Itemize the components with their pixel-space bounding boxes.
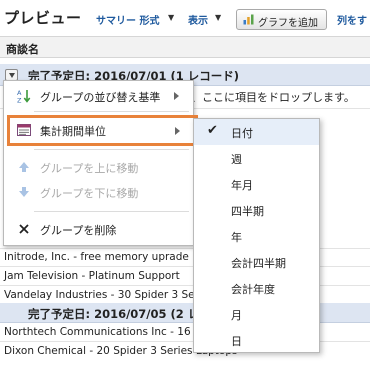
submenu-chevron-right-icon: [175, 127, 180, 135]
menu-item-label: グループを削除: [40, 224, 117, 237]
submenu-item-label: 年月: [231, 179, 253, 192]
close-x-icon: [19, 224, 29, 234]
submenu-item-label: 会計四半期: [231, 257, 286, 270]
menu-item-aggregate-period[interactable]: 集計期間単位: [7, 115, 198, 146]
menu-item-move-group-down[interactable]: グループを下に移動: [4, 181, 193, 203]
submenu-item-day[interactable]: 日: [194, 327, 319, 353]
aggregate-period-submenu: ✔ 日付 週 年月 四半期 年 会計四半期 会計年度 月 日: [193, 118, 320, 353]
submenu-item-quarter[interactable]: 四半期: [194, 197, 319, 223]
table-row[interactable]: Initrode, Inc. - free memory uprade: [4, 251, 189, 263]
submenu-item-year-month[interactable]: 年月: [194, 171, 319, 197]
submenu-item-month[interactable]: 月: [194, 301, 319, 327]
group-options-chevron-down-icon: [9, 73, 15, 78]
summary-format-link[interactable]: サマリー 形式: [96, 12, 159, 27]
table-row[interactable]: Vandelay Industries - 30 Spider 3 Series: [4, 289, 214, 301]
submenu-item-label: 年: [231, 231, 242, 244]
submenu-item-label: 月: [231, 309, 242, 322]
page-title: プレビュー: [4, 9, 82, 27]
add-chart-button[interactable]: グラフを追加: [236, 9, 327, 30]
menu-item-label: 集計期間単位: [40, 125, 106, 138]
group-context-menu: A Z グループの並び替え基準 集計期間単位 グループを上に移動 グループを下に…: [3, 80, 198, 246]
table-row[interactable]: Northtech Communications Inc - 16 AW: [4, 326, 211, 338]
sort-az-icon: A Z: [17, 89, 31, 103]
column-header-opportunity-name: 商談名: [6, 43, 39, 56]
submenu-item-year[interactable]: 年: [194, 223, 319, 249]
submenu-item-label: 日付: [231, 127, 253, 140]
menu-item-sort-groups[interactable]: A Z グループの並び替え基準: [4, 85, 193, 107]
menu-item-remove-group[interactable]: グループを削除: [4, 218, 193, 240]
bar-chart-icon: [243, 14, 254, 25]
submenu-item-label: 四半期: [231, 205, 264, 218]
submenu-item-week[interactable]: 週: [194, 145, 319, 171]
show-menu-link[interactable]: 表示: [188, 12, 208, 27]
column-move-link[interactable]: 列をす: [337, 12, 367, 27]
table-row[interactable]: Jam Television - Platinum Support: [4, 270, 180, 282]
report-toolbar: プレビュー サマリー 形式 ▼ 表示 ▼ グラフを追加 列をす: [0, 0, 370, 34]
calendar-grid-icon: [17, 124, 31, 136]
submenu-item-label: 週: [231, 153, 242, 166]
submenu-item-date[interactable]: ✔ 日付: [194, 119, 319, 145]
checkmark-icon: ✔: [207, 123, 218, 138]
submenu-item-fiscal-year[interactable]: 会計年度: [194, 275, 319, 301]
menu-item-label: グループを上に移動: [40, 162, 139, 175]
drop-zone-hint: は、ここに項目をドロップします。: [180, 91, 355, 104]
submenu-chevron-right-icon: [174, 92, 179, 100]
submenu-item-label: 日: [231, 335, 242, 348]
summary-format-chevron-down-icon[interactable]: ▼: [168, 13, 174, 22]
add-chart-label: グラフを追加: [258, 18, 318, 29]
menu-item-label: グループを下に移動: [40, 187, 139, 200]
show-menu-chevron-down-icon[interactable]: ▼: [215, 13, 221, 22]
menu-divider: [34, 211, 189, 212]
arrow-down-icon: [19, 187, 29, 197]
menu-item-move-group-up[interactable]: グループを上に移動: [4, 156, 193, 178]
submenu-item-label: 会計年度: [231, 283, 275, 296]
menu-item-label: グループの並び替え基準: [40, 91, 161, 104]
column-header-row: 商談名: [0, 36, 370, 58]
menu-divider: [34, 111, 189, 112]
arrow-up-icon: [19, 162, 29, 172]
submenu-item-fiscal-quarter[interactable]: 会計四半期: [194, 249, 319, 275]
svg-text:Z: Z: [17, 97, 22, 104]
menu-divider: [34, 149, 189, 150]
